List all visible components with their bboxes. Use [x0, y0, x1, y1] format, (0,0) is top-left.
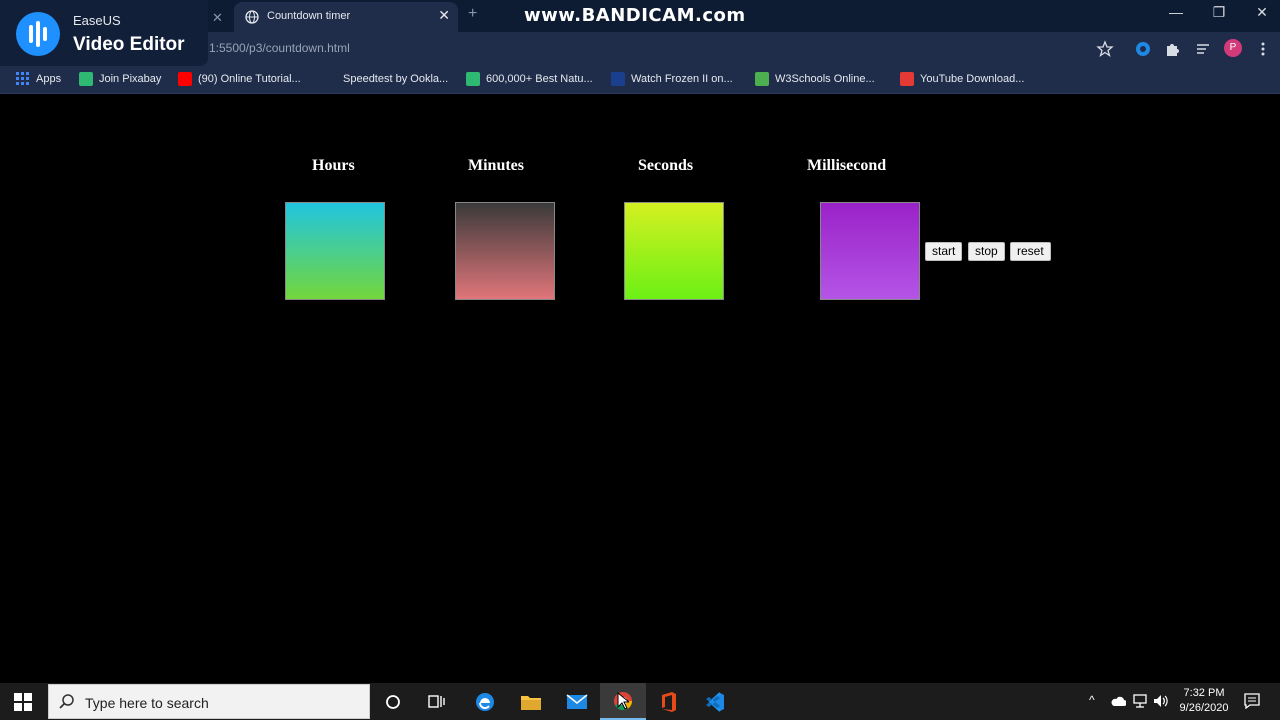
screen: ✕ Countdown timer ✕ + www.BANDICAM.com —…	[0, 0, 1280, 720]
minimize-icon[interactable]: —	[1161, 4, 1191, 20]
easeus-logo	[16, 12, 60, 56]
bookmark-frozen[interactable]: Watch Frozen II on...	[611, 71, 733, 87]
pixabay-icon	[79, 72, 93, 86]
volume-icon[interactable]	[1153, 694, 1169, 708]
pixabay-icon	[466, 72, 480, 86]
minutes-label: Minutes	[468, 157, 524, 174]
bookmark-label: Apps	[36, 73, 62, 85]
tab-active[interactable]: Countdown timer ✕	[234, 2, 458, 32]
bookmark-youtube-downloader[interactable]: YouTube Download...	[900, 71, 1024, 87]
mouse-cursor-icon	[617, 692, 629, 710]
new-tab-icon[interactable]: +	[468, 5, 477, 23]
search-icon	[59, 694, 74, 709]
tab-title: Countdown timer	[267, 10, 351, 22]
bookmark-w3schools[interactable]: W3Schools Online...	[755, 71, 875, 87]
cortana-icon[interactable]	[370, 683, 416, 720]
bookmark-label: W3Schools Online...	[775, 73, 875, 85]
audio-bars-icon	[29, 21, 47, 47]
bookmark-label: Speedtest by Ookla...	[343, 73, 449, 85]
speedtest-icon	[323, 72, 337, 86]
restore-icon[interactable]: ❐	[1204, 4, 1234, 21]
edge-extension-icon[interactable]	[1134, 40, 1152, 58]
star-icon[interactable]	[1096, 40, 1114, 58]
taskbar-search[interactable]: Type here to search	[48, 684, 370, 719]
bookmark-label: 600,000+ Best Natu...	[486, 73, 593, 85]
stop-button[interactable]: stop	[968, 242, 1005, 261]
windows-start-icon[interactable]	[14, 693, 32, 711]
bookmark-apps[interactable]: Apps	[16, 71, 61, 87]
globe-icon	[245, 10, 259, 24]
hours-box	[285, 202, 385, 300]
apps-grid-icon	[16, 72, 29, 85]
bookmark-label: Join Pixabay	[99, 73, 162, 85]
start-button[interactable]: start	[925, 242, 963, 261]
hours-label: Hours	[312, 157, 355, 174]
minutes-box	[455, 202, 555, 300]
close-icon[interactable]: ✕	[212, 10, 223, 26]
easeus-overlay: EaseUS Video Editor	[0, 0, 208, 66]
bookmark-label: (90) Online Tutorial...	[198, 73, 301, 85]
youtube-icon	[178, 72, 192, 86]
downloader-icon	[900, 72, 914, 86]
system-clock[interactable]: 7:32 PM 9/26/2020	[1178, 686, 1230, 716]
bookmark-pixabay-images[interactable]: 600,000+ Best Natu...	[466, 71, 593, 87]
bookmark-label: Watch Frozen II on...	[631, 73, 733, 85]
overlay-brand: EaseUS	[73, 13, 121, 28]
url-input[interactable]: 1:5500/p3/countdown.html	[209, 41, 350, 55]
bookmark-pixabay[interactable]: Join Pixabay	[79, 71, 161, 87]
close-window-icon[interactable]: ✕	[1247, 4, 1277, 21]
reading-list-icon[interactable]	[1194, 40, 1212, 58]
notifications-icon[interactable]	[1244, 693, 1260, 709]
seconds-box	[624, 202, 724, 300]
reset-button[interactable]: reset	[1010, 242, 1051, 261]
clock-time: 7:32 PM	[1183, 687, 1225, 699]
millisecond-box	[820, 202, 920, 300]
show-hidden-icons-icon[interactable]: ^	[1089, 693, 1095, 707]
search-input[interactable]: Type here to search	[85, 695, 209, 711]
overlay-product: Video Editor	[73, 34, 185, 55]
task-view-icon[interactable]	[414, 683, 460, 720]
windows-taskbar: Type here to search ^ 7:32 PM 9/26/2020	[0, 683, 1280, 720]
onedrive-icon[interactable]	[1110, 695, 1126, 707]
network-icon[interactable]	[1132, 694, 1148, 708]
hotstar-icon	[611, 72, 625, 86]
bookmark-label: YouTube Download...	[920, 73, 1025, 85]
seconds-label: Seconds	[638, 157, 694, 174]
millisecond-label: Millisecond	[807, 157, 887, 174]
w3schools-icon	[755, 72, 769, 86]
extensions-puzzle-icon[interactable]	[1164, 40, 1182, 58]
clock-date: 9/26/2020	[1179, 702, 1229, 714]
recorder-watermark: www.BANDICAM.com	[524, 5, 746, 26]
edge-browser-icon[interactable]	[462, 683, 508, 720]
office-icon[interactable]	[646, 683, 692, 720]
mail-icon[interactable]	[554, 683, 600, 720]
close-icon[interactable]: ✕	[438, 7, 450, 24]
profile-avatar[interactable]: P	[1224, 39, 1242, 57]
countdown-page: Hours Minutes Seconds Millisecond start …	[0, 95, 1280, 685]
bookmark-youtube-tutorial[interactable]: (90) Online Tutorial...	[178, 71, 301, 87]
vscode-icon[interactable]	[692, 683, 738, 720]
bookmark-speedtest[interactable]: Speedtest by Ookla...	[323, 71, 448, 87]
menu-dots-icon[interactable]	[1254, 40, 1272, 58]
file-explorer-icon[interactable]	[508, 683, 554, 720]
bookmarks-bar: Apps Join Pixabay (90) Online Tutorial..…	[0, 65, 1280, 94]
